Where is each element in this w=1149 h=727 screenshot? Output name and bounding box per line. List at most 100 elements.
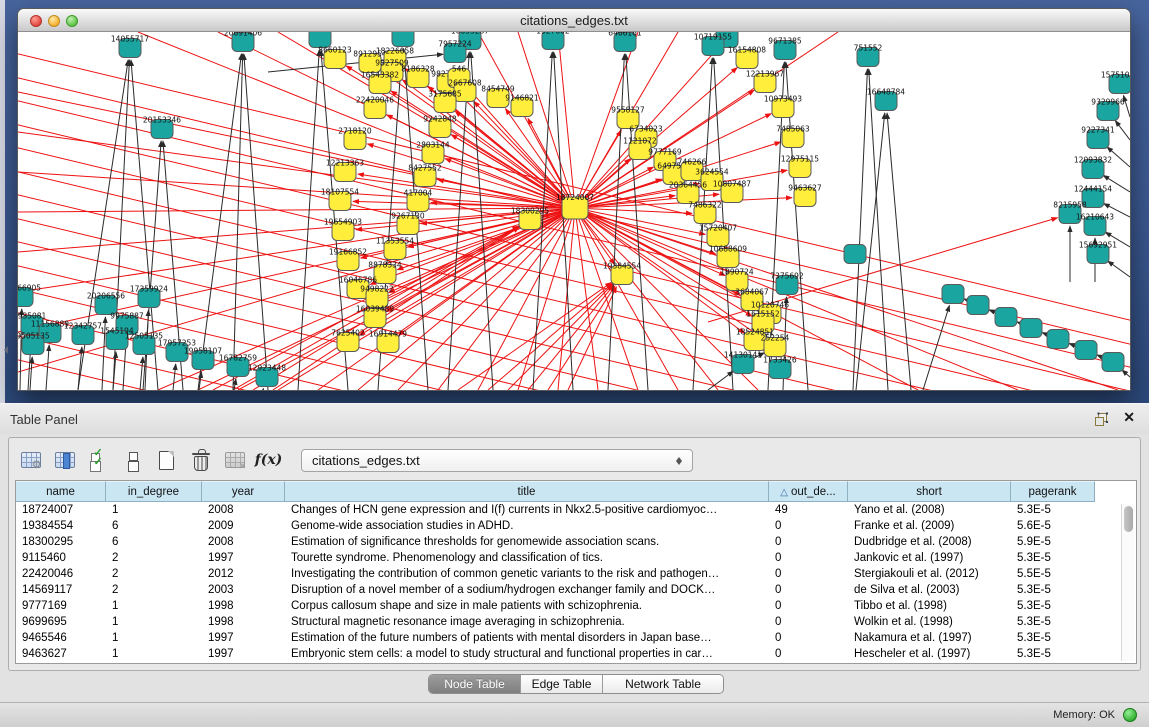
table-cell[interactable]: Hescheler et al. (1997) bbox=[848, 646, 1011, 662]
graph-node[interactable]: 15751074 bbox=[1101, 71, 1130, 94]
table-cell[interactable]: Franke et al. (2009) bbox=[848, 518, 1011, 534]
table-cell[interactable]: 9463627 bbox=[16, 646, 106, 662]
table-cell[interactable]: 2 bbox=[106, 550, 202, 566]
graph-node[interactable]: 15720407 bbox=[699, 224, 737, 247]
table-cell[interactable]: 0 bbox=[769, 646, 848, 662]
graph-node[interactable]: 19958107 bbox=[184, 347, 222, 370]
graph-node[interactable]: 12975115 bbox=[781, 155, 819, 178]
column-header-title[interactable]: title bbox=[285, 481, 769, 502]
table-row[interactable]: 977716911998Corpus callosum shape and si… bbox=[16, 598, 1136, 614]
graph-node[interactable]: 9329966 bbox=[1091, 98, 1125, 121]
table-cell[interactable]: Stergiakouli et al. (2012) bbox=[848, 566, 1011, 582]
table-cell[interactable]: 1 bbox=[106, 630, 202, 646]
table-cell[interactable]: 5.6E-5 bbox=[1011, 518, 1095, 534]
graph-node[interactable] bbox=[1020, 319, 1042, 338]
table-cell[interactable]: 5.3E-5 bbox=[1011, 550, 1095, 566]
graph-node[interactable] bbox=[392, 32, 414, 47]
tab-network-table[interactable]: Network Table bbox=[603, 675, 723, 693]
graph-node[interactable]: 7485063 bbox=[776, 125, 810, 148]
graph-node[interactable]: 16914479 bbox=[369, 330, 407, 353]
graph-node[interactable]: 2718120 bbox=[338, 127, 372, 150]
tab-edge-table[interactable]: Edge Table bbox=[521, 675, 603, 693]
table-cell[interactable]: 0 bbox=[769, 614, 848, 630]
select-columns-button[interactable] bbox=[51, 446, 78, 474]
table-cell[interactable]: 9465546 bbox=[16, 630, 106, 646]
close-panel-icon[interactable]: ✕ bbox=[1123, 409, 1135, 426]
table-cell[interactable]: 2 bbox=[106, 582, 202, 598]
graph-node[interactable]: 20153346 bbox=[143, 116, 181, 139]
table-row[interactable]: 1456911722003Disruption of a novel membe… bbox=[16, 582, 1136, 598]
graph-node[interactable]: 10807487 bbox=[713, 180, 751, 203]
table-cell[interactable]: 1997 bbox=[202, 550, 285, 566]
table-cell[interactable]: 1 bbox=[106, 614, 202, 630]
table-cell[interactable]: Tourette syndrome. Phenomenology and cla… bbox=[285, 550, 769, 566]
network-window-titlebar[interactable]: citations_edges.txt bbox=[18, 9, 1130, 32]
graph-node[interactable]: 12923448 bbox=[248, 364, 286, 387]
table-cell[interactable]: Dudbridge et al. (2008) bbox=[848, 534, 1011, 550]
table-cell[interactable]: 1998 bbox=[202, 614, 285, 630]
table-cell[interactable]: 6 bbox=[106, 518, 202, 534]
graph-node[interactable] bbox=[967, 296, 989, 315]
collapsed-panel-strip[interactable] bbox=[0, 0, 5, 403]
graph-node[interactable]: 20691406 bbox=[224, 32, 262, 52]
table-cell[interactable]: 1997 bbox=[202, 630, 285, 646]
table-cell[interactable]: Wolkin et al. (1998) bbox=[848, 614, 1011, 630]
graph-node[interactable]: 8660123 bbox=[318, 46, 352, 69]
table-cell[interactable]: 22420046 bbox=[16, 566, 106, 582]
table-cell[interactable]: Investigating the contribution of common… bbox=[285, 566, 769, 582]
panel-collapse-arrow-icon[interactable] bbox=[0, 346, 8, 354]
column-header-year[interactable]: year bbox=[202, 481, 285, 502]
graph-node[interactable] bbox=[1102, 353, 1124, 372]
delete-table-button[interactable] bbox=[221, 446, 248, 474]
table-cell[interactable]: 2008 bbox=[202, 502, 285, 518]
graph-node[interactable]: 16210643 bbox=[1076, 213, 1114, 236]
table-cell[interactable]: 5.3E-5 bbox=[1011, 502, 1095, 518]
table-cell[interactable]: de Silva et al. (2003) bbox=[848, 582, 1011, 598]
table-cell[interactable]: 0 bbox=[769, 582, 848, 598]
table-cell[interactable]: 5.9E-5 bbox=[1011, 534, 1095, 550]
table-cell[interactable]: 0 bbox=[769, 550, 848, 566]
graph-node[interactable]: 15692951 bbox=[1079, 241, 1117, 264]
network-canvas[interactable]: 14055717 20691406 10653287 1527602 64661… bbox=[18, 32, 1130, 390]
table-cell[interactable]: 9115460 bbox=[16, 550, 106, 566]
graph-node[interactable]: 16154808 bbox=[728, 46, 766, 69]
table-cell[interactable]: Tibbo et al. (1998) bbox=[848, 598, 1011, 614]
table-cell[interactable]: 9777169 bbox=[16, 598, 106, 614]
table-cell[interactable]: Estimation of significance thresholds fo… bbox=[285, 534, 769, 550]
table-source-select[interactable]: citations_edges.txt bbox=[301, 449, 693, 472]
table-cell[interactable]: 49 bbox=[769, 502, 848, 518]
select-all-button[interactable] bbox=[85, 446, 112, 474]
table-cell[interactable]: 1998 bbox=[202, 598, 285, 614]
table-cell[interactable]: 18724007 bbox=[16, 502, 106, 518]
scrollbar-thumb[interactable] bbox=[1124, 506, 1133, 532]
graph-node[interactable] bbox=[995, 308, 1017, 327]
graph-node[interactable]: 1527602 bbox=[536, 32, 570, 50]
table-cell[interactable]: Corpus callosum shape and size in male p… bbox=[285, 598, 769, 614]
table-row[interactable]: 1938455462009Genome-wide association stu… bbox=[16, 518, 1136, 534]
graph-node[interactable]: 11353554 bbox=[376, 237, 414, 260]
graph-node[interactable]: 9146821 bbox=[505, 94, 539, 117]
table-cell[interactable]: Estimation of the future numbers of pati… bbox=[285, 630, 769, 646]
table-cell[interactable]: 2008 bbox=[202, 534, 285, 550]
table-cell[interactable]: Yano et al. (2008) bbox=[848, 502, 1011, 518]
graph-node[interactable]: 9463627 bbox=[788, 184, 822, 207]
table-cell[interactable]: 0 bbox=[769, 518, 848, 534]
column-header-pagerank[interactable]: pagerank bbox=[1011, 481, 1095, 502]
table-cell[interactable]: 2 bbox=[106, 566, 202, 582]
graph-node[interactable] bbox=[1047, 330, 1069, 349]
table-row[interactable]: 969969511998Structural magnetic resonanc… bbox=[16, 614, 1136, 630]
table-cell[interactable]: 2003 bbox=[202, 582, 285, 598]
graph-node[interactable]: 22420046 bbox=[356, 96, 394, 119]
graph-node[interactable]: 12213967 bbox=[746, 70, 784, 93]
graph-node[interactable]: 7486322 bbox=[688, 201, 722, 224]
table-row[interactable]: 946554611997Estimation of the future num… bbox=[16, 630, 1136, 646]
table-cell[interactable]: 5.3E-5 bbox=[1011, 598, 1095, 614]
graph-node[interactable]: 9242848 bbox=[423, 115, 457, 138]
table-cell[interactable]: Embryonic stem cells: a model to study s… bbox=[285, 646, 769, 662]
table-row[interactable]: 1830029562008Estimation of significance … bbox=[16, 534, 1136, 550]
graph-node[interactable]: 16648784 bbox=[867, 88, 905, 111]
graph-node[interactable]: 252254 bbox=[761, 334, 790, 357]
table-cell[interactable]: 2009 bbox=[202, 518, 285, 534]
table-cell[interactable]: 1 bbox=[106, 598, 202, 614]
table-cell[interactable]: 0 bbox=[769, 630, 848, 646]
